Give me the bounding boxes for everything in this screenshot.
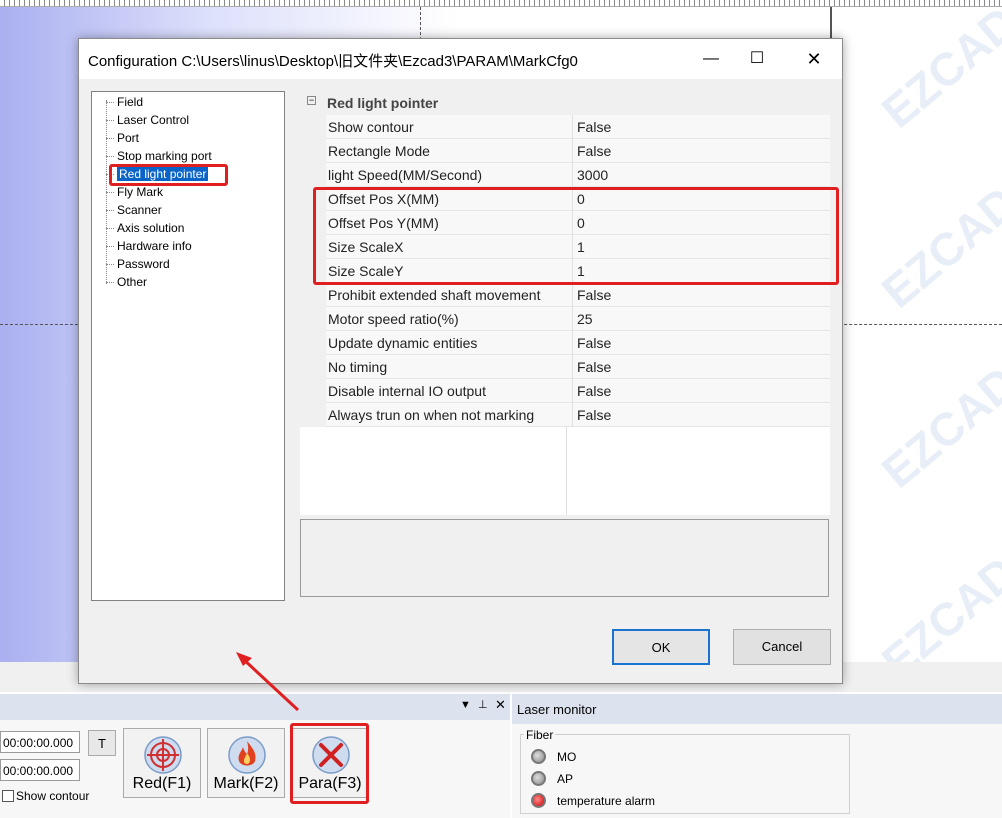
cancel-button[interactable]: Cancel [733,629,831,665]
time-field-1[interactable]: 00:00:00.000 [0,731,80,753]
temperature-alarm-indicator [531,793,546,808]
tree-item-field[interactable]: Field [117,94,143,111]
offset-properties-highlight [313,187,839,285]
tree-connector [106,264,114,265]
minimize-icon[interactable]: — [691,39,731,79]
annotation-arrow [236,652,300,712]
tree-connector [106,156,114,157]
tree-item-hardware-info[interactable]: Hardware info [117,238,192,255]
dialog-titlebar[interactable]: Configuration C:\Users\linus\Desktop\旧文件… [79,39,842,79]
ok-button[interactable]: OK [612,629,710,665]
grid-divider [566,427,567,515]
laser-monitor-panel: Fiber MO AP temperature alarm [512,724,1002,818]
tree-connector [106,228,114,229]
ap-label: AP [557,772,574,786]
mo-indicator [531,749,546,764]
red-light-button-label: Red(F1) [132,775,192,792]
flame-icon [228,736,266,774]
mark-button-label: Mark(F2) [213,775,279,792]
ap-indicator [531,771,546,786]
show-contour-checkbox[interactable] [2,790,14,802]
crosshair-icon [144,736,182,774]
category-title: Red light pointer [327,95,439,111]
temperature-alarm-label: temperature alarm [557,794,656,808]
tree-connector [106,192,114,193]
tree-connector [106,282,114,283]
tree-connector [106,246,114,247]
property-grid: − Red light pointer Show contour False Re… [300,91,830,515]
mo-label: MO [557,750,577,764]
maximize-icon[interactable]: ☐ [737,39,777,79]
property-row[interactable]: light Speed(MM/Second) 3000 [326,163,830,187]
top-ruler [0,0,1002,7]
t-button[interactable]: T [88,730,116,756]
property-row[interactable]: Disable internal IO output False [326,379,830,403]
laser-monitor-header: Laser monitor [512,694,1002,724]
fiber-group-label: Fiber [524,728,556,742]
red-light-button[interactable]: Red(F1) [123,728,201,798]
property-row[interactable]: Update dynamic entities False [326,331,830,355]
mark-button[interactable]: Mark(F2) [207,728,285,798]
property-row[interactable]: No timing False [326,355,830,379]
property-row[interactable]: Always trun on when not marking False [326,403,830,427]
tree-connector [106,120,114,121]
pin-icon[interactable]: ⊥ [478,698,488,711]
para-button-highlight [290,723,369,804]
tree-item-password[interactable]: Password [117,256,170,273]
property-row[interactable]: Show contour False [326,115,830,139]
time-field-2[interactable]: 00:00:00.000 [0,759,80,781]
tree-item-fly-mark[interactable]: Fly Mark [117,184,163,201]
settings-tree: Field Laser Control Port Stop marking po… [91,91,285,601]
tree-item-axis-solution[interactable]: Axis solution [117,220,184,237]
tree-item-other[interactable]: Other [117,274,147,291]
property-description [300,519,829,597]
tree-item-port[interactable]: Port [117,130,139,147]
property-row[interactable]: Rectangle Mode False [326,139,830,163]
dialog-title: Configuration C:\Users\linus\Desktop\旧文件… [88,53,578,70]
laser-monitor-title: Laser monitor [517,702,597,717]
configuration-dialog: Configuration C:\Users\linus\Desktop\旧文件… [78,38,843,684]
property-row[interactable]: Prohibit extended shaft movement False [326,283,830,307]
close-icon[interactable]: ✕ [495,697,506,713]
show-contour-label: Show contour [16,789,90,803]
tree-connector [106,210,114,211]
property-category[interactable]: − Red light pointer [300,91,830,115]
tree-item-laser-control[interactable]: Laser Control [117,112,189,129]
tree-connector [106,102,114,103]
tree-connector [106,138,114,139]
close-icon[interactable]: ✕ [794,39,834,79]
property-row[interactable]: Motor speed ratio(%) 25 [326,307,830,331]
collapse-icon[interactable]: − [307,96,316,105]
tree-item-stop-marking-port[interactable]: Stop marking port [117,148,212,165]
tree-selection-highlight [109,164,228,186]
dropdown-icon[interactable]: ▼ [460,699,471,711]
tree-item-scanner[interactable]: Scanner [117,202,162,219]
